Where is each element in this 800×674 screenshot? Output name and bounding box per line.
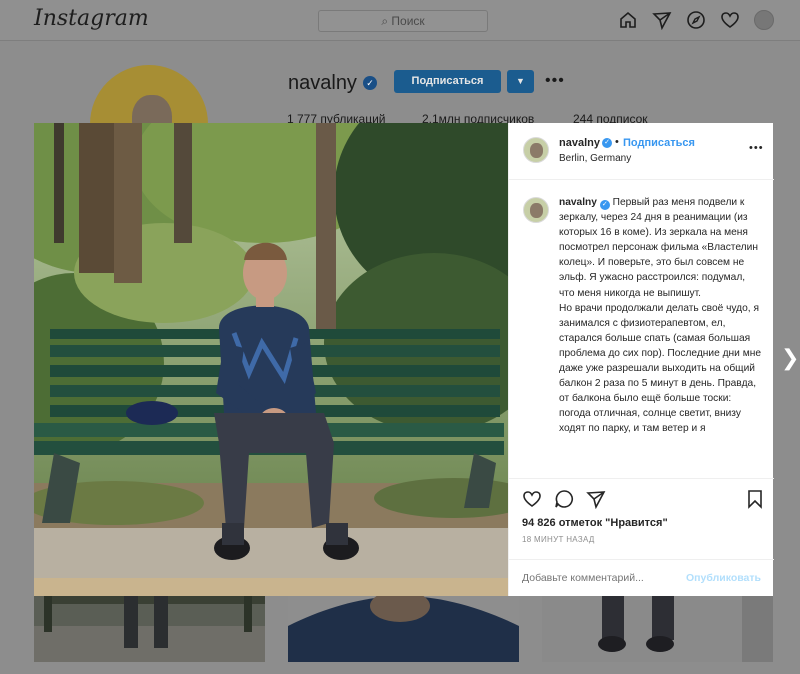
post-header: navalny ✓ • Подписаться Berlin, Germany …	[509, 123, 774, 180]
post-actions: 94 826 отметок "Нравится" 18 МИНУТ НАЗАД…	[509, 478, 774, 596]
header-separator: •	[615, 136, 619, 148]
verified-badge-icon: ✓	[602, 138, 612, 148]
comment-input[interactable]	[522, 572, 672, 584]
profile-username: navalny	[288, 72, 357, 94]
top-navigation-bar: Instagram ⌕ Поиск	[0, 0, 800, 41]
comment-icon[interactable]	[554, 489, 574, 509]
profile-follow-button[interactable]: Подписаться	[394, 70, 501, 93]
likes-count[interactable]: 94 826 отметок "Нравится"	[522, 517, 668, 529]
top-nav-icons	[618, 10, 774, 31]
search-placeholder: Поиск	[391, 14, 425, 28]
post-caption: navalny ✓ Первый раз меня подвели к зерк…	[509, 180, 774, 478]
caption-author-avatar[interactable]	[523, 197, 549, 223]
next-post-arrow-icon[interactable]: ❯	[781, 346, 799, 371]
post-sidebar: navalny ✓ • Подписаться Berlin, Germany …	[508, 123, 774, 596]
share-icon[interactable]	[586, 489, 606, 510]
instagram-logo[interactable]: Instagram	[34, 6, 149, 31]
search-icon: ⌕	[381, 14, 392, 28]
search-input[interactable]: ⌕ Поиск	[318, 10, 488, 32]
home-icon[interactable]	[618, 10, 638, 30]
post-photo[interactable]	[34, 123, 508, 596]
verified-badge-icon: ✓	[599, 200, 610, 210]
post-location[interactable]: Berlin, Germany	[559, 153, 631, 164]
header-follow-button[interactable]: Подписаться	[623, 137, 695, 149]
post-modal: navalny ✓ • Подписаться Berlin, Germany …	[34, 123, 774, 596]
grid-post-thumbnail[interactable]	[288, 596, 519, 662]
verified-badge-icon: ✓	[363, 76, 377, 90]
like-heart-icon[interactable]	[522, 489, 542, 509]
explore-icon[interactable]	[686, 10, 706, 30]
activity-heart-icon[interactable]	[720, 10, 740, 30]
post-timestamp[interactable]: 18 МИНУТ НАЗАД	[522, 535, 595, 544]
save-bookmark-icon[interactable]	[745, 489, 765, 509]
post-options-icon[interactable]: •••	[749, 142, 764, 154]
caption-paragraph-1: Первый раз меня подвели к зеркалу, через…	[559, 197, 758, 299]
publish-comment-button[interactable]: Опубликовать	[686, 572, 761, 584]
post-author-username[interactable]: navalny	[559, 137, 600, 149]
comment-form: Опубликовать	[509, 559, 774, 597]
profile-more-options-icon[interactable]: •••	[545, 72, 565, 90]
caption-text: navalny ✓ Первый раз меня подвели к зерк…	[559, 195, 763, 437]
grid-post-thumbnail[interactable]	[542, 596, 773, 662]
caption-username[interactable]: navalny	[559, 197, 597, 208]
direct-icon[interactable]	[652, 10, 672, 31]
profile-avatar[interactable]	[754, 10, 774, 30]
caption-paragraph-2: Но врачи продолжали делать своё чудо, я …	[559, 302, 761, 435]
suggestions-dropdown-button[interactable]: ▼	[507, 70, 534, 93]
post-author-avatar[interactable]	[523, 137, 549, 163]
grid-post-thumbnail[interactable]	[34, 596, 265, 662]
